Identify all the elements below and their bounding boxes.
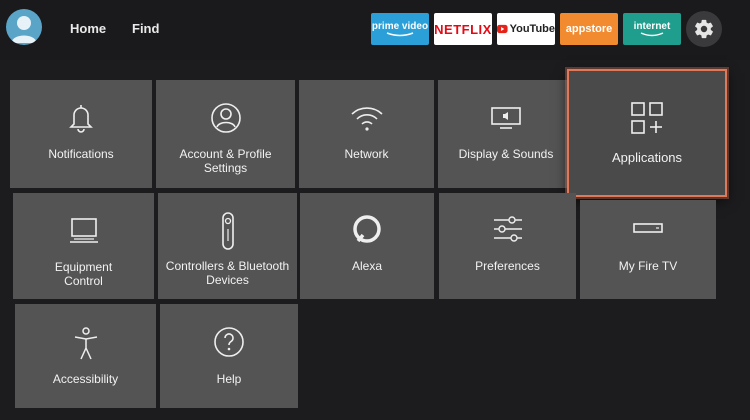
tile-network[interactable]: Network (299, 80, 434, 188)
internet-swoosh-icon (640, 32, 664, 37)
youtube-app-tile[interactable]: YouTube (497, 13, 555, 45)
appstore-label: appstore (565, 23, 613, 35)
tile-account-profile-settings[interactable]: Account & Profile Settings (156, 80, 295, 188)
internet-label: internet (633, 21, 671, 32)
applications-label: Applications (611, 150, 683, 165)
help-question-icon (160, 326, 298, 358)
account-profile-label-line2: Settings (203, 161, 248, 175)
youtube-label: YouTube (509, 23, 555, 35)
nav-find[interactable]: Find (132, 21, 159, 36)
accessibility-person-icon (15, 326, 156, 362)
equipment-label-line1: Equipment (54, 260, 113, 274)
network-label: Network (344, 147, 389, 161)
my-fire-tv-label: My Fire TV (618, 259, 678, 273)
settings-gear-button[interactable] (686, 11, 722, 47)
netflix-app-tile[interactable]: NETFLIX (434, 13, 492, 45)
tile-notifications[interactable]: Notifications (10, 80, 152, 188)
gear-icon (695, 19, 713, 39)
help-label: Help (216, 372, 242, 386)
prime-smile-icon (386, 32, 414, 37)
apps-grid-plus-icon (569, 101, 725, 135)
display-sounds-label: Display & Sounds (458, 147, 554, 161)
alexa-label: Alexa (351, 259, 383, 273)
equipment-label-line2: Control (64, 274, 103, 288)
tile-display-sounds[interactable]: Display & Sounds (438, 80, 574, 188)
prime-video-label: prime video (371, 21, 429, 32)
internet-app-tile[interactable]: internet (623, 13, 681, 45)
profile-avatar-icon[interactable] (6, 9, 42, 45)
prime-video-app-tile[interactable]: prime video (371, 13, 429, 45)
notifications-label: Notifications (48, 147, 114, 161)
sliders-icon (439, 215, 576, 243)
tile-preferences[interactable]: Preferences (439, 193, 576, 299)
account-profile-label-line1: Account & Profile (179, 147, 272, 161)
youtube-play-icon (497, 24, 508, 34)
tile-equipment-control[interactable]: Equipment Control (13, 193, 154, 299)
netflix-label: NETFLIX (434, 21, 492, 37)
nav-home[interactable]: Home (70, 21, 106, 36)
fire-tv-stick-icon (580, 222, 716, 234)
user-profile-icon (156, 102, 295, 134)
controllers-label-line1: Controllers & Bluetooth (165, 259, 290, 273)
tile-applications[interactable]: Applications (567, 69, 727, 197)
alexa-icon (300, 213, 434, 245)
wifi-icon (299, 104, 434, 132)
accessibility-label: Accessibility (52, 372, 119, 386)
bell-icon (10, 102, 152, 134)
preferences-label: Preferences (475, 259, 540, 273)
tile-alexa[interactable]: Alexa (300, 193, 434, 299)
controllers-label-line2: Devices (206, 273, 249, 287)
top-navigation-bar: Home Find prime video NETFLIX YouTube ap… (0, 0, 750, 60)
tile-my-fire-tv[interactable]: My Fire TV (580, 200, 716, 299)
appstore-app-tile[interactable]: appstore (560, 13, 618, 45)
tile-controllers-bluetooth[interactable]: Controllers & Bluetooth Devices (158, 193, 297, 299)
tile-help[interactable]: Help (160, 304, 298, 408)
tile-accessibility[interactable]: Accessibility (15, 304, 156, 408)
monitor-icon (13, 217, 154, 245)
remote-icon (158, 211, 297, 251)
tv-speaker-icon (438, 106, 574, 130)
